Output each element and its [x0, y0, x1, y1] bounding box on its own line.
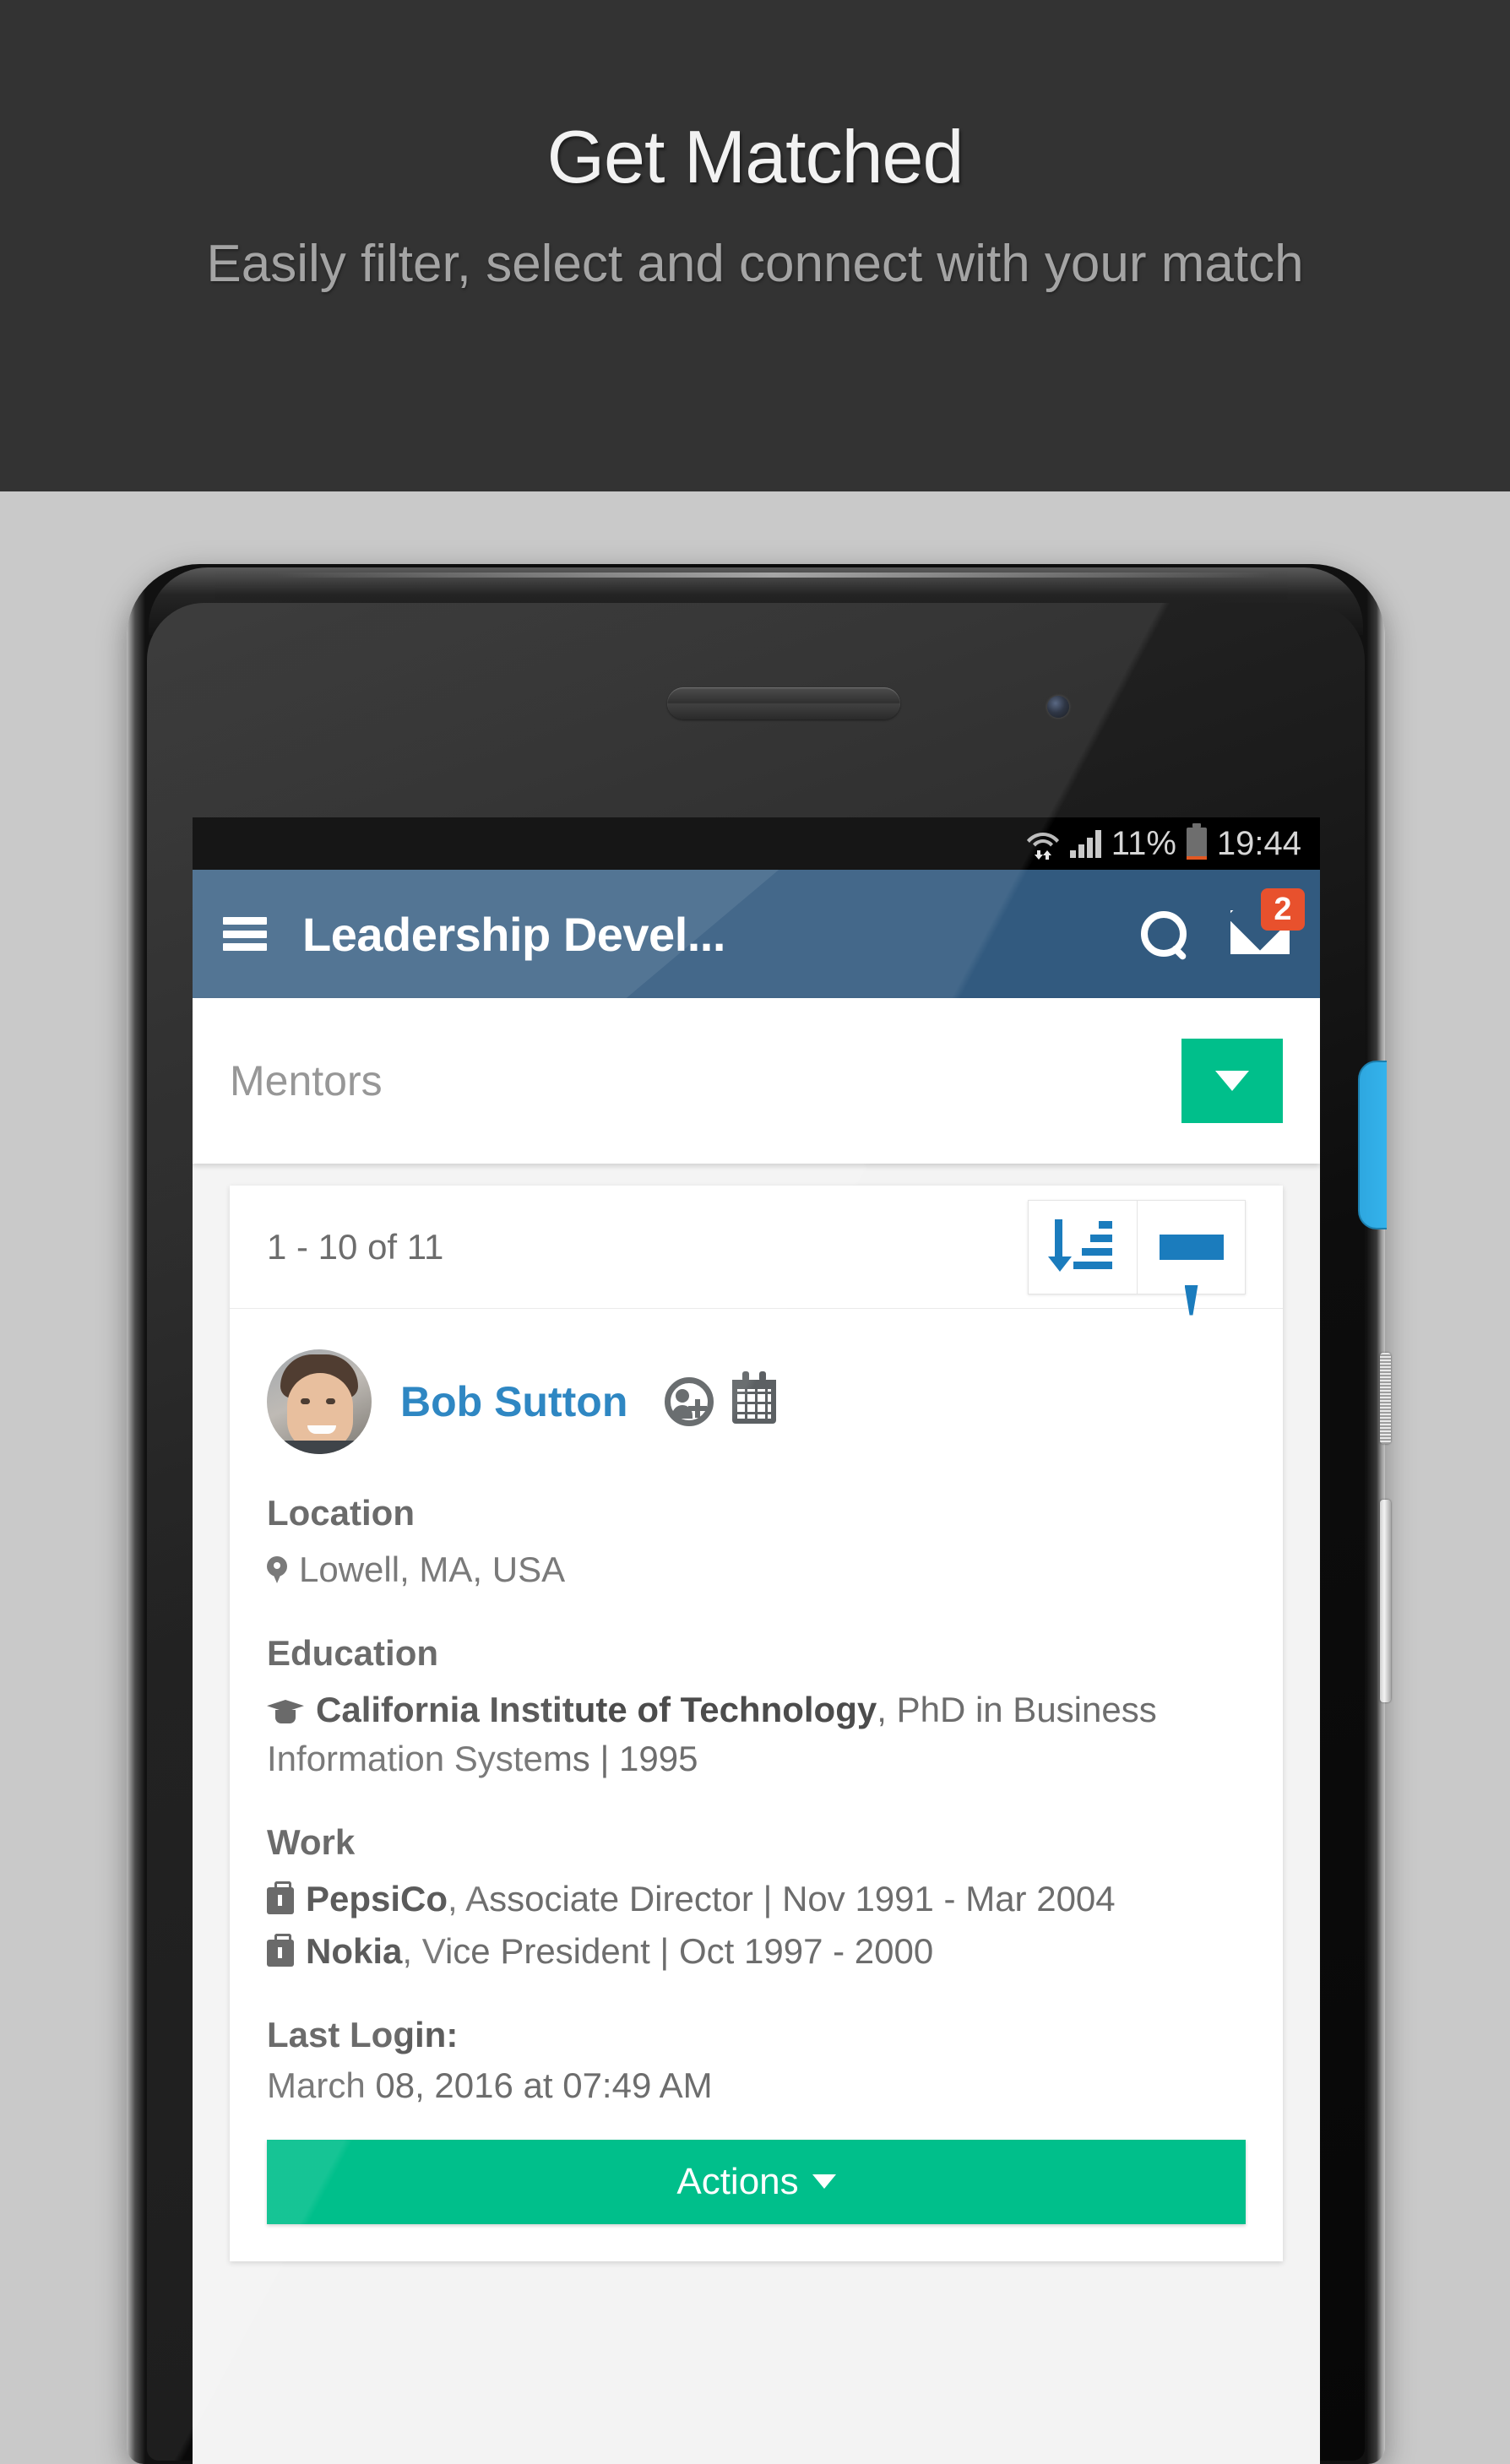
- work-row: Nokia, Vice President | Oct 1997 - 2000: [267, 1927, 1246, 1976]
- promo-banner: Get Matched Easily filter, select and co…: [0, 0, 1510, 491]
- phone-mockup: 11% 19:44 Leadership Devel... 2 Mentors: [127, 564, 1391, 2464]
- work-company: Nokia: [306, 1930, 403, 1971]
- education-label: Education: [267, 1632, 439, 1673]
- mentor-profile: Bob Sutton Location Lowell, MA, USA Educ…: [230, 1309, 1283, 2261]
- selector-dropdown-button[interactable]: [1181, 1039, 1283, 1123]
- work-label: Work: [267, 1821, 356, 1862]
- battery-fill: [1186, 855, 1207, 860]
- filter-funnel-icon: [1159, 1234, 1224, 1260]
- sort-button[interactable]: [1029, 1200, 1137, 1294]
- calendar-icon[interactable]: [732, 1371, 777, 1424]
- location-label: Location: [267, 1493, 415, 1533]
- power-button[interactable]: [1380, 1353, 1391, 1444]
- profile-header: Bob Sutton: [267, 1349, 1246, 1454]
- volume-rocker[interactable]: [1380, 1500, 1391, 1702]
- location-value: Lowell, MA, USA: [299, 1549, 566, 1589]
- selector-label: Mentors: [230, 1057, 383, 1104]
- phone-screen: 11% 19:44 Leadership Devel... 2 Mentors: [193, 817, 1320, 2464]
- banner-title: Get Matched: [546, 115, 964, 198]
- graduation-cap-icon: [267, 1700, 304, 1725]
- caret-down-icon: [812, 2174, 836, 2190]
- status-bar: 11% 19:44: [193, 817, 1320, 870]
- work-detail: , Associate Director | Nov 1991 - Mar 20…: [448, 1878, 1116, 1919]
- app-title: Leadership Devel...: [302, 907, 725, 961]
- cellular-signal-icon: [1069, 829, 1101, 858]
- sort-ascending-icon: [1048, 1218, 1112, 1275]
- location-pin-icon: [267, 1556, 287, 1585]
- status-clock: 19:44: [1216, 825, 1301, 862]
- avatar[interactable]: [267, 1349, 372, 1454]
- work-detail: , Vice President | Oct 1997 - 2000: [402, 1930, 934, 1971]
- actions-button[interactable]: Actions: [267, 2139, 1246, 2224]
- mail-badge-count: 2: [1261, 888, 1305, 931]
- battery-icon: [1186, 823, 1207, 860]
- work-row: PepsiCo, Associate Director | Nov 1991 -…: [267, 1875, 1246, 1924]
- front-camera: [1047, 696, 1069, 718]
- mentor-card: 1 - 10 of 11 Bob Sutton Location Lowell,…: [230, 1186, 1283, 2261]
- mentors-selector-bar[interactable]: Mentors: [193, 998, 1320, 1164]
- toolbar-button-group: [1028, 1199, 1246, 1294]
- hamburger-menu-icon[interactable]: [223, 917, 267, 951]
- phone-top-highlight: [275, 573, 1272, 578]
- list-toolbar: 1 - 10 of 11: [230, 1186, 1283, 1309]
- wifi-icon: [1026, 833, 1059, 860]
- list-scroll-area[interactable]: 1 - 10 of 11 Bob Sutton Location Lowell,…: [193, 1164, 1320, 2464]
- last-login-value: March 08, 2016 at 07:49 AM: [267, 2065, 713, 2105]
- result-count: 1 - 10 of 11: [267, 1226, 444, 1267]
- education-row: California Institute of Technology, PhD …: [267, 1685, 1246, 1783]
- last-login-label: Last Login:: [267, 2014, 459, 2054]
- briefcase-icon: [267, 1881, 294, 1914]
- education-school: California Institute of Technology: [316, 1689, 877, 1729]
- mail-icon[interactable]: 2: [1230, 888, 1305, 958]
- banner-subtitle: Easily filter, select and connect with y…: [206, 235, 1304, 293]
- actions-button-label: Actions: [676, 2160, 799, 2202]
- search-icon[interactable]: [1141, 911, 1187, 957]
- app-bar: Leadership Devel... 2: [193, 870, 1320, 998]
- earpiece-speaker: [667, 687, 900, 719]
- briefcase-icon: [267, 1933, 294, 1967]
- work-company: PepsiCo: [306, 1878, 448, 1919]
- battery-percent-label: 11%: [1111, 825, 1176, 862]
- side-feedback-tab[interactable]: [1358, 1061, 1387, 1229]
- app-bar-actions: 2: [1141, 888, 1305, 958]
- filter-button[interactable]: [1137, 1200, 1245, 1294]
- location-row: Lowell, MA, USA: [267, 1545, 1246, 1594]
- chevron-down-icon: [1215, 1071, 1249, 1091]
- mentor-name[interactable]: Bob Sutton: [400, 1377, 627, 1426]
- add-user-icon[interactable]: [665, 1377, 714, 1426]
- profile-action-icons: [665, 1371, 777, 1426]
